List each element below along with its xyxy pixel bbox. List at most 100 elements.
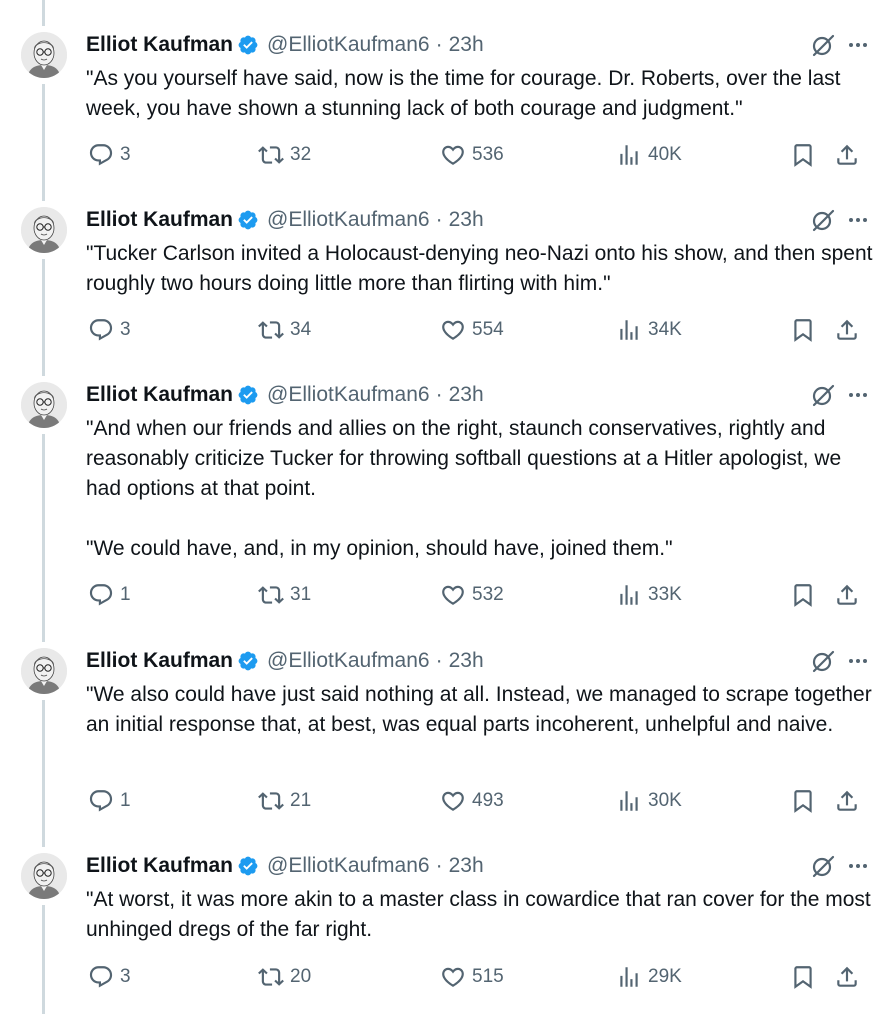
reply-button[interactable]: 3 (88, 315, 131, 345)
views-button[interactable]: 34K (616, 315, 682, 345)
views-icon (616, 142, 642, 168)
reply-button[interactable]: 1 (88, 786, 131, 816)
grok-icon[interactable] (810, 853, 836, 879)
avatar[interactable] (21, 382, 67, 428)
author-name[interactable]: Elliot Kaufman (86, 33, 233, 57)
bookmark-button[interactable] (790, 962, 816, 992)
like-icon (440, 142, 466, 168)
bookmark-button[interactable] (790, 315, 816, 345)
share-button[interactable] (834, 140, 860, 170)
like-count: 493 (472, 790, 504, 811)
repost-button[interactable]: 34 (258, 315, 311, 345)
reply-count: 1 (120, 790, 131, 811)
more-icon[interactable] (846, 383, 870, 407)
views-icon (616, 317, 642, 343)
reply-count: 3 (120, 144, 131, 165)
author-handle[interactable]: @ElliotKaufman6 (267, 649, 430, 673)
author-handle[interactable]: @ElliotKaufman6 (267, 208, 430, 232)
avatar[interactable] (21, 853, 67, 899)
bookmark-button[interactable] (790, 140, 816, 170)
bookmark-button[interactable] (790, 580, 816, 610)
verified-badge-icon[interactable] (237, 855, 259, 877)
views-count: 33K (648, 584, 682, 605)
views-button[interactable]: 40K (616, 140, 682, 170)
bookmark-icon (790, 582, 816, 608)
repost-count: 31 (290, 584, 312, 605)
avatar[interactable] (21, 648, 67, 694)
like-button[interactable]: 554 (440, 315, 504, 345)
views-icon (616, 582, 642, 608)
share-button[interactable] (834, 962, 860, 992)
author-handle[interactable]: @ElliotKaufman6 (267, 854, 430, 878)
bookmark-icon (790, 317, 816, 343)
views-count: 40K (648, 144, 682, 165)
tweet[interactable]: Elliot Kaufman @ElliotKaufman6 · 23h (0, 382, 890, 616)
separator: · (435, 383, 443, 406)
author-handle[interactable]: @ElliotKaufman6 (267, 383, 430, 407)
tweet-text: "And when our friends and allies on the … (86, 414, 876, 564)
like-button[interactable]: 536 (440, 140, 504, 170)
author-name[interactable]: Elliot Kaufman (86, 854, 233, 878)
repost-count: 32 (290, 144, 312, 165)
repost-button[interactable]: 21 (258, 786, 311, 816)
views-button[interactable]: 30K (616, 786, 682, 816)
reply-button[interactable]: 3 (88, 962, 131, 992)
more-icon[interactable] (846, 649, 870, 673)
reply-button[interactable]: 1 (88, 580, 131, 610)
separator: · (435, 649, 443, 672)
tweet-top-actions (810, 382, 870, 408)
more-icon[interactable] (846, 33, 870, 57)
more-icon[interactable] (846, 208, 870, 232)
repost-button[interactable]: 32 (258, 140, 311, 170)
views-count: 30K (648, 790, 682, 811)
repost-button[interactable]: 20 (258, 962, 311, 992)
tweet-top-actions (810, 32, 870, 58)
tweet[interactable]: Elliot Kaufman @ElliotKaufman6 · 23h (0, 207, 890, 351)
tweet[interactable]: Elliot Kaufman @ElliotKaufman6 · 23h (0, 648, 890, 822)
grok-icon[interactable] (810, 207, 836, 233)
share-icon (834, 142, 860, 168)
verified-badge-icon[interactable] (237, 34, 259, 56)
author-name[interactable]: Elliot Kaufman (86, 208, 233, 232)
like-button[interactable]: 515 (440, 962, 504, 992)
tweet-top-actions (810, 648, 870, 674)
timestamp[interactable]: 23h (449, 383, 484, 407)
verified-badge-icon[interactable] (237, 209, 259, 231)
timestamp[interactable]: 23h (449, 649, 484, 673)
verified-badge-icon[interactable] (237, 650, 259, 672)
views-icon (616, 788, 642, 814)
more-icon[interactable] (846, 854, 870, 878)
timestamp[interactable]: 23h (449, 33, 484, 57)
tweet[interactable]: Elliot Kaufman @ElliotKaufman6 · 23h (0, 853, 890, 998)
timestamp[interactable]: 23h (449, 854, 484, 878)
like-button[interactable]: 493 (440, 786, 504, 816)
bookmark-button[interactable] (790, 786, 816, 816)
reply-button[interactable]: 3 (88, 140, 131, 170)
grok-icon[interactable] (810, 648, 836, 674)
tweet[interactable]: Elliot Kaufman @ElliotKaufman6 · 23h (0, 32, 890, 176)
views-button[interactable]: 29K (616, 962, 682, 992)
reply-count: 1 (120, 584, 131, 605)
separator: · (435, 33, 443, 56)
tweet-paragraph: "And when our friends and allies on the … (86, 417, 842, 500)
grok-icon[interactable] (810, 382, 836, 408)
tweet-header: Elliot Kaufman @ElliotKaufman6 · 23h (86, 382, 870, 408)
tweet-actions: 1 21 493 30K (86, 786, 876, 816)
repost-button[interactable]: 31 (258, 580, 311, 610)
avatar[interactable] (21, 32, 67, 78)
avatar[interactable] (21, 207, 67, 253)
share-button[interactable] (834, 315, 860, 345)
views-icon (616, 964, 642, 990)
author-name[interactable]: Elliot Kaufman (86, 383, 233, 407)
timestamp[interactable]: 23h (449, 208, 484, 232)
like-button[interactable]: 532 (440, 580, 504, 610)
verified-badge-icon[interactable] (237, 384, 259, 406)
views-button[interactable]: 33K (616, 580, 682, 610)
author-handle[interactable]: @ElliotKaufman6 (267, 33, 430, 57)
tweet-text: "We also could have just said nothing at… (86, 680, 876, 740)
author-name[interactable]: Elliot Kaufman (86, 649, 233, 673)
grok-icon[interactable] (810, 32, 836, 58)
repost-icon (258, 582, 284, 608)
share-button[interactable] (834, 786, 860, 816)
share-button[interactable] (834, 580, 860, 610)
